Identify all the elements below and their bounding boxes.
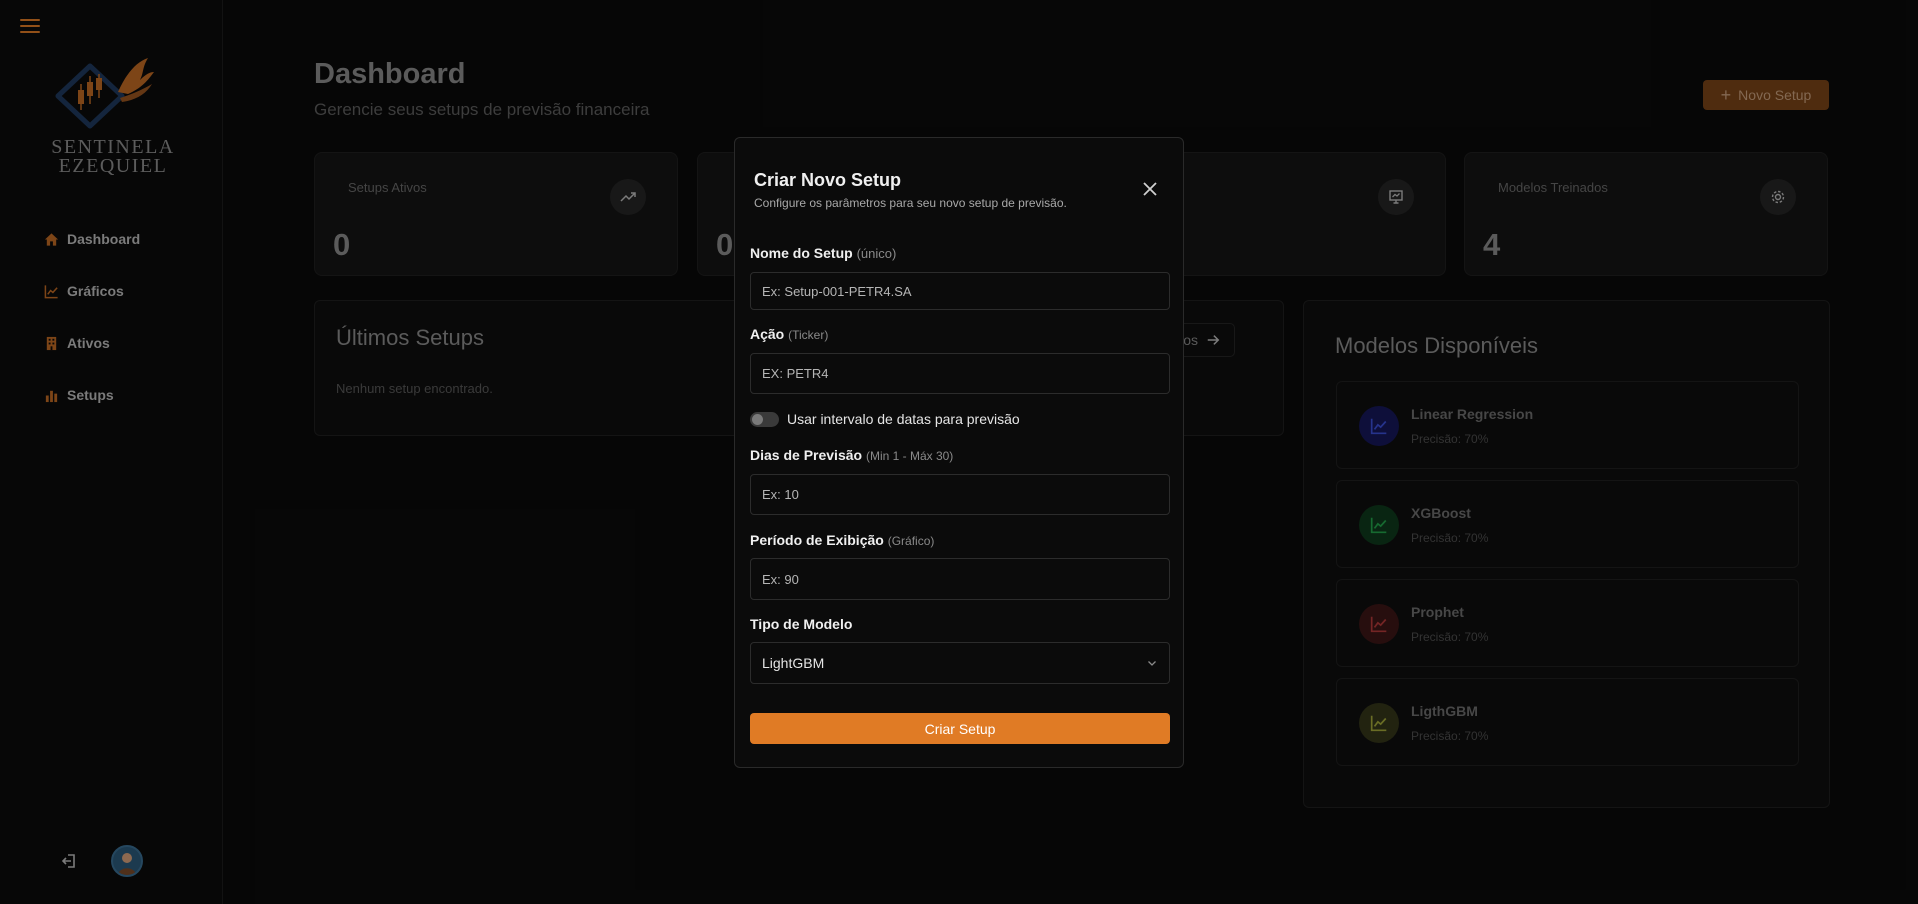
create-setup-modal: Criar Novo Setup Configure os parâmetros… (734, 137, 1184, 768)
forecast-days-hint: (Min 1 - Máx 30) (865, 449, 954, 463)
ticker-hint: (Ticker) (788, 328, 829, 342)
setup-name-hint: (único) (856, 246, 897, 261)
model-type-select[interactable]: LightGBM (750, 642, 1170, 684)
create-setup-button[interactable]: Criar Setup (750, 713, 1170, 744)
display-period-input[interactable] (750, 558, 1170, 600)
chevron-down-icon (1148, 661, 1156, 666)
display-period-label: Período de Exibição (Gráfico) (750, 532, 934, 548)
display-period-hint: (Gráfico) (887, 534, 935, 548)
ticker-label: Ação (Ticker) (750, 326, 828, 342)
date-range-toggle[interactable] (750, 411, 779, 427)
modal-description: Configure os parâmetros para seu novo se… (754, 196, 1067, 210)
forecast-days-input[interactable] (750, 474, 1170, 515)
model-type-label: Tipo de Modelo (750, 616, 853, 632)
forecast-days-label-text: Dias de Previsão (750, 447, 863, 463)
setup-name-label-text: Nome do Setup (750, 245, 853, 261)
setup-name-input[interactable] (750, 272, 1170, 310)
display-period-label-text: Período de Exibição (750, 532, 884, 548)
model-type-value: LightGBM (762, 655, 825, 671)
modal-title: Criar Novo Setup (754, 170, 902, 190)
close-icon[interactable] (1142, 181, 1158, 197)
forecast-days-label: Dias de Previsão (Min 1 - Máx 30) (750, 447, 953, 463)
date-range-toggle-row: Usar intervalo de datas para previsão (750, 411, 1020, 427)
setup-name-label: Nome do Setup (único) (750, 245, 896, 261)
date-range-toggle-label: Usar intervalo de datas para previsão (787, 411, 1020, 427)
ticker-label-text: Ação (750, 326, 785, 342)
ticker-input[interactable] (750, 353, 1170, 394)
